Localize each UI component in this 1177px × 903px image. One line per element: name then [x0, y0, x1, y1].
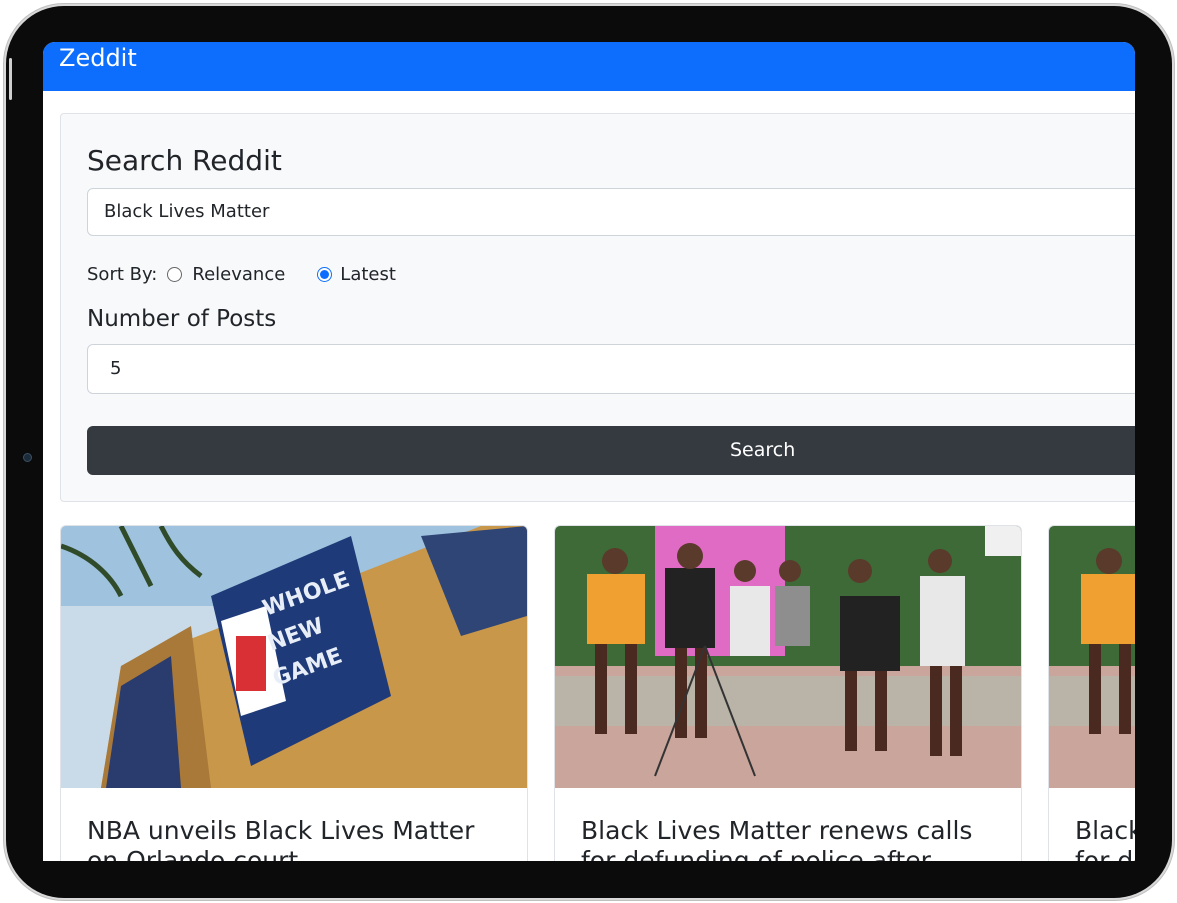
posts-heading: Number of Posts: [87, 306, 277, 332]
card-title[interactable]: Black Lives Matter renews calls for defu…: [581, 816, 1001, 861]
nba-arena-image: WHOLE NEW GAME: [61, 526, 527, 788]
radio-latest[interactable]: [317, 267, 333, 282]
result-card[interactable]: Black Lives Matter renews calls for defu…: [554, 525, 1022, 861]
radio-latest-label[interactable]: Latest: [340, 264, 396, 285]
search-panel: Search Reddit Black Lives Matter Sort By…: [60, 113, 1135, 502]
sort-label: Sort By:: [87, 264, 158, 285]
search-button-label: Search: [730, 439, 796, 461]
posts-count-input[interactable]: 5: [87, 344, 1135, 394]
side-button: [9, 58, 12, 100]
card-image[interactable]: [1049, 526, 1135, 788]
radio-relevance-label[interactable]: Relevance: [192, 264, 285, 285]
card-title[interactable]: Black Lives Matter renews calls for defu…: [1075, 816, 1135, 861]
camera-sensor: [23, 453, 32, 462]
search-heading: Search Reddit: [87, 144, 282, 177]
card-title[interactable]: NBA unveils Black Lives Matter on Orland…: [87, 816, 507, 861]
card-image[interactable]: [555, 526, 1021, 788]
navbar: Zeddit: [43, 42, 1135, 91]
radio-relevance[interactable]: [167, 267, 183, 282]
press-conference-image: [1049, 526, 1135, 788]
card-image[interactable]: WHOLE NEW GAME: [61, 526, 527, 788]
screen: Zeddit Search Reddit Black Lives Matter …: [43, 42, 1135, 861]
search-input[interactable]: Black Lives Matter: [87, 188, 1135, 236]
sort-row: Sort By: Relevance Latest: [87, 264, 396, 285]
search-button[interactable]: Search: [87, 426, 1135, 475]
press-conference-image: [555, 526, 1021, 788]
result-card[interactable]: Black Lives Matter renews calls for defu…: [1048, 525, 1135, 861]
brand-logo[interactable]: Zeddit: [43, 42, 137, 72]
result-card[interactable]: WHOLE NEW GAME NBA unveils Black Lives M…: [60, 525, 528, 861]
